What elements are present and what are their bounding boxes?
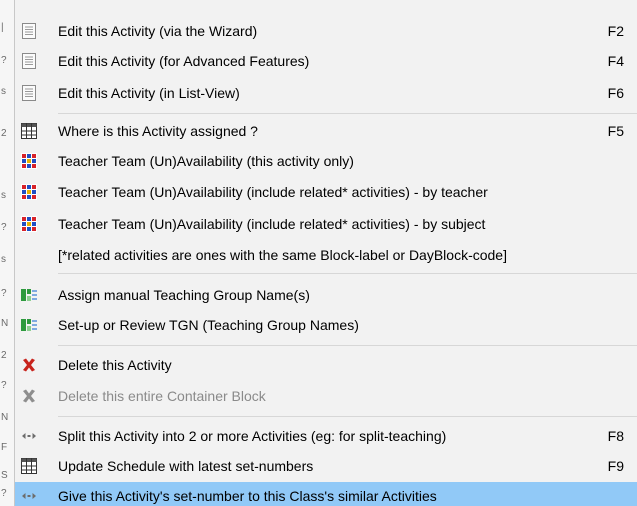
edge-glyph: s: [1, 86, 6, 97]
grey-x-icon: [23, 389, 35, 403]
menu-item-give-setnumber[interactable]: Give this Activity's set-number to this …: [15, 482, 637, 506]
edge-glyph: S: [1, 470, 8, 481]
menu-item-label: Teacher Team (Un)Availability (this acti…: [58, 153, 354, 169]
edge-glyph: N: [1, 412, 9, 423]
split-arrows-icon: [22, 433, 36, 439]
menu-item-label: Give this Activity's set-number to this …: [58, 488, 437, 504]
grid-table-icon: [21, 458, 37, 474]
menu-item-label: Edit this Activity (for Advanced Feature…: [58, 53, 310, 69]
teaching-group-icon: [21, 289, 37, 301]
menu-item-label: Teacher Team (Un)Availability (include r…: [58, 216, 486, 232]
menu-item-team-this-only[interactable]: Teacher Team (Un)Availability (this acti…: [15, 147, 637, 175]
shortcut-key: F6: [607, 85, 624, 101]
shortcut-key: F5: [607, 123, 624, 139]
menu-item-update-schedule[interactable]: Update Schedule with latest set-numbers …: [15, 452, 637, 480]
edge-glyph: 2: [1, 128, 7, 139]
background-window-edge: | ? s 2 s ? s ? N 2 ? N F S ?: [0, 0, 14, 506]
menu-separator: [58, 273, 637, 274]
edge-glyph: ?: [1, 488, 7, 499]
menu-item-delete-container[interactable]: Delete this entire Container Block: [15, 382, 637, 410]
edge-glyph: N: [1, 318, 9, 329]
menu-item-label: Assign manual Teaching Group Name(s): [58, 287, 310, 303]
menu-item-label: Set-up or Review TGN (Teaching Group Nam…: [58, 317, 359, 333]
edge-glyph: ?: [1, 55, 7, 66]
menu-item-team-by-subject[interactable]: Teacher Team (Un)Availability (include r…: [15, 210, 637, 238]
red-x-icon: [23, 358, 35, 372]
menu-item-split-activity[interactable]: Split this Activity into 2 or more Activ…: [15, 422, 637, 450]
edge-glyph: ?: [1, 288, 7, 299]
menu-item-team-by-teacher[interactable]: Teacher Team (Un)Availability (include r…: [15, 178, 637, 206]
menu-item-edit-listview[interactable]: Edit this Activity (in List-View) F6: [15, 79, 637, 107]
menu-item-edit-wizard[interactable]: Edit this Activity (via the Wizard) F2: [15, 17, 637, 45]
shortcut-key: F9: [607, 458, 624, 474]
teaching-group-icon: [21, 319, 37, 331]
menu-separator: [58, 345, 637, 346]
teacher-team-icon: [21, 153, 37, 169]
menu-item-related-note[interactable]: [*related activities are ones with the s…: [15, 241, 637, 269]
edge-glyph: |: [1, 22, 4, 33]
edge-glyph: ?: [1, 222, 7, 233]
menu-separator: [58, 416, 637, 417]
menu-item-label: Split this Activity into 2 or more Activ…: [58, 428, 447, 444]
document-lines-icon: [22, 23, 36, 39]
menu-item-label: [*related activities are ones with the s…: [58, 247, 507, 263]
split-arrows-icon: [22, 493, 36, 499]
context-menu: Edit this Activity (via the Wizard) F2 E…: [14, 0, 637, 506]
menu-item-label: Teacher Team (Un)Availability (include r…: [58, 184, 488, 200]
menu-item-label: Where is this Activity assigned ?: [58, 123, 258, 139]
document-lines-icon: [22, 85, 36, 101]
shortcut-key: F8: [607, 428, 624, 444]
document-lines-icon: [22, 53, 36, 69]
edge-glyph: F: [1, 442, 8, 453]
shortcut-key: F2: [607, 23, 624, 39]
menu-item-assign-tgn[interactable]: Assign manual Teaching Group Name(s): [15, 281, 637, 309]
menu-item-where-assigned[interactable]: Where is this Activity assigned ? F5: [15, 117, 637, 145]
teacher-team-icon: [21, 216, 37, 232]
menu-item-label: Delete this entire Container Block: [58, 388, 266, 404]
menu-item-label: Delete this Activity: [58, 357, 172, 373]
menu-item-edit-advanced[interactable]: Edit this Activity (for Advanced Feature…: [15, 47, 637, 75]
shortcut-key: F4: [607, 53, 624, 69]
teacher-team-icon: [21, 184, 37, 200]
edge-glyph: ?: [1, 380, 7, 391]
menu-item-label: Update Schedule with latest set-numbers: [58, 458, 314, 474]
menu-item-setup-tgn[interactable]: Set-up or Review TGN (Teaching Group Nam…: [15, 311, 637, 339]
grid-table-icon: [21, 123, 37, 139]
edge-glyph: 2: [1, 350, 7, 361]
screen: | ? s 2 s ? s ? N 2 ? N F S ? Edit this …: [0, 0, 637, 506]
menu-item-label: Edit this Activity (via the Wizard): [58, 23, 258, 39]
edge-glyph: s: [1, 254, 6, 265]
menu-item-label: Edit this Activity (in List-View): [58, 85, 240, 101]
menu-separator: [58, 113, 637, 114]
menu-item-delete-activity[interactable]: Delete this Activity: [15, 351, 637, 379]
edge-glyph: s: [1, 190, 6, 201]
